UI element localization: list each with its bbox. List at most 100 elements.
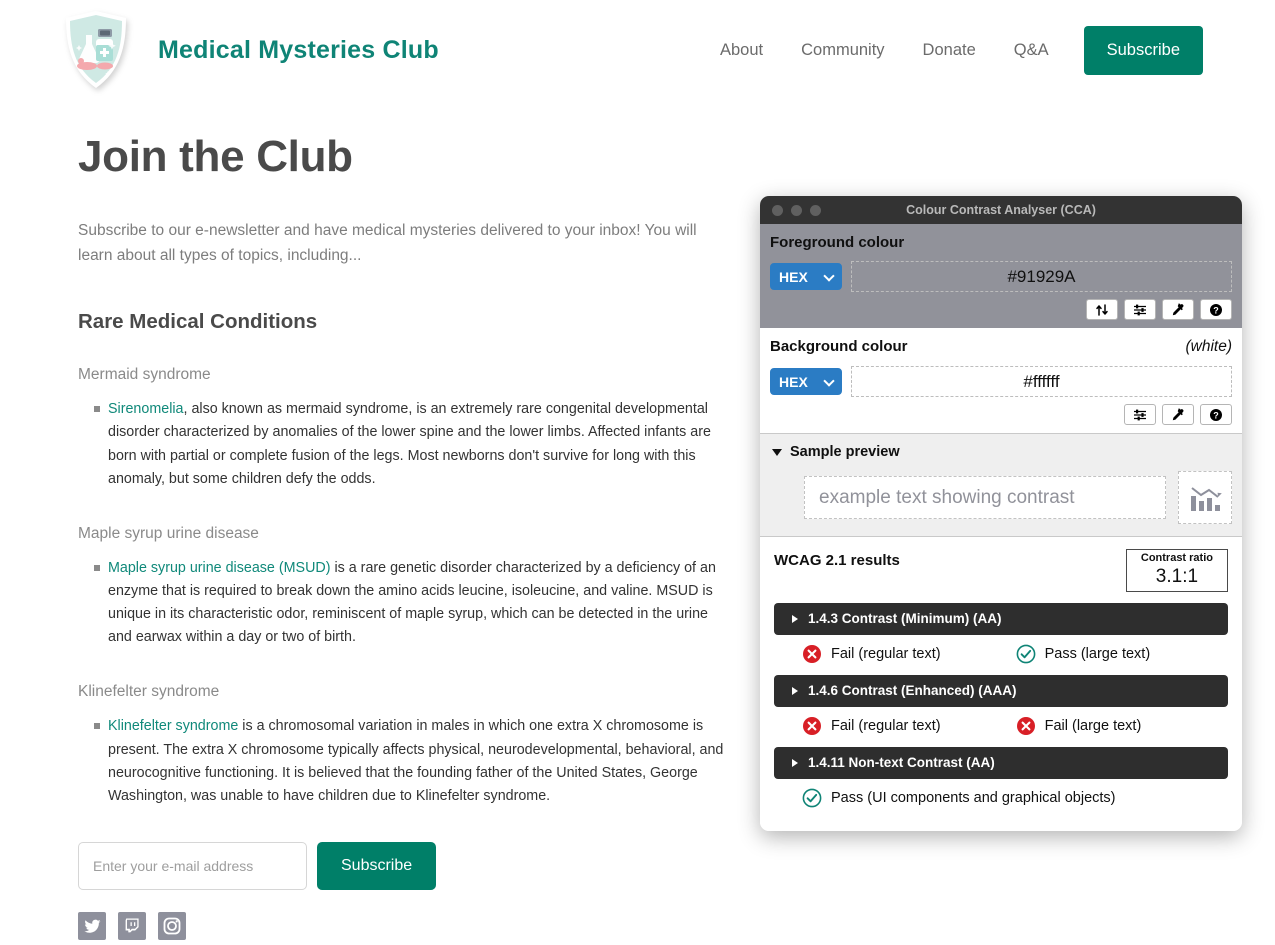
criterion-143-label: 1.4.3 Contrast (Minimum) (AA): [808, 611, 1002, 627]
help-icon[interactable]: ?: [1200, 299, 1232, 320]
cca-titlebar[interactable]: Colour Contrast Analyser (CCA): [760, 196, 1242, 224]
result-146-large-text: Fail (large text): [1044, 717, 1142, 734]
signup-subscribe-button[interactable]: Subscribe: [317, 842, 437, 891]
contrast-ratio-box: Contrast ratio 3.1:1: [1125, 549, 1228, 592]
result-143-regular-text: Fail (regular text): [831, 645, 941, 662]
background-icon-row: ?: [770, 404, 1232, 425]
maximize-window-button[interactable]: [810, 204, 821, 216]
foreground-section: Foreground colour HEX ?: [760, 224, 1242, 328]
instagram-icon[interactable]: [158, 912, 186, 941]
medical-shield-logo: [62, 9, 130, 91]
criterion-143-header[interactable]: 1.4.3 Contrast (Minimum) (AA): [774, 602, 1228, 635]
condition-list-klinefelter: Klinefelter syndrome is a chromosomal va…: [78, 715, 726, 808]
contrast-ratio-label: Contrast ratio: [1140, 552, 1213, 564]
sliders-icon[interactable]: [1124, 299, 1156, 320]
result-146-regular-text: Fail (regular text): [831, 717, 941, 734]
criterion-143-results: Fail (regular text) Pass (large text): [774, 644, 1228, 664]
condition-list-mermaid: Sirenomelia, also known as mermaid syndr…: [78, 398, 726, 491]
condition-heading-msud: Maple syrup urine disease: [78, 524, 259, 542]
foreground-format-select[interactable]: HEX: [770, 263, 842, 290]
triangle-down-icon: [772, 448, 782, 456]
sample-preview-label: Sample preview: [790, 444, 900, 460]
condition-link-msud[interactable]: Maple syrup urine disease (MSUD): [108, 560, 330, 576]
foreground-format-select-wrap[interactable]: HEX: [770, 263, 842, 290]
criterion-1411-results: Pass (UI components and graphical object…: [774, 788, 1228, 808]
foreground-hex-input[interactable]: [851, 261, 1232, 292]
condition-heading-klinefelter: Klinefelter syndrome: [78, 683, 220, 701]
foreground-icon-row: ?: [770, 299, 1232, 320]
header-subscribe-button[interactable]: Subscribe: [1083, 25, 1203, 75]
colour-contrast-analyser-window: Colour Contrast Analyser (CCA) Foregroun…: [760, 196, 1242, 831]
criterion-146-label: 1.4.6 Contrast (Enhanced) (AAA): [808, 683, 1017, 699]
background-section: Background colour (white) HEX ?: [760, 328, 1242, 434]
result-146-regular: Fail (regular text): [802, 716, 941, 736]
section-title: Rare Medical Conditions: [78, 310, 318, 334]
contrast-ratio-value: 3.1:1: [1155, 565, 1199, 587]
sliders-icon[interactable]: [1124, 404, 1156, 425]
criterion-146-header[interactable]: 1.4.6 Contrast (Enhanced) (AAA): [774, 674, 1228, 707]
signup-form: Subscribe: [78, 842, 726, 891]
list-item: Maple syrup urine disease (MSUD) is a ra…: [94, 557, 726, 650]
result-143-large: Pass (large text): [1016, 644, 1151, 664]
result-143-large-text: Pass (large text): [1044, 645, 1151, 662]
declining-bar-chart-icon: [1178, 471, 1232, 524]
list-item: Klinefelter syndrome is a chromosomal va…: [94, 715, 726, 808]
pass-icon: [1016, 644, 1036, 664]
background-hex-input[interactable]: [851, 366, 1232, 397]
svg-text:?: ?: [1213, 305, 1219, 315]
condition-link-klinefelter[interactable]: Klinefelter syndrome: [108, 718, 238, 734]
window-controls[interactable]: [772, 204, 821, 216]
help-icon[interactable]: ?: [1200, 404, 1232, 425]
foreground-label: Foreground colour: [770, 234, 905, 251]
triangle-right-icon: [792, 686, 798, 695]
main-content: Join the Club Subscribe to our e-newslet…: [78, 132, 726, 941]
page-title: Join the Club: [78, 132, 353, 181]
condition-body-mermaid: , also known as mermaid syndrome, is an …: [108, 401, 711, 487]
condition-list-msud: Maple syrup urine disease (MSUD) is a ra…: [78, 557, 726, 650]
pass-icon: [802, 788, 822, 808]
site-header: Medical Mysteries Club About Community D…: [0, 0, 1275, 100]
brand-title: Medical Mysteries Club: [158, 35, 439, 64]
criterion-1411-header[interactable]: 1.4.11 Non-text Contrast (AA): [774, 746, 1228, 779]
result-1411-text: Pass (UI components and graphical object…: [831, 789, 1116, 806]
background-format-select-wrap[interactable]: HEX: [770, 368, 842, 395]
criterion-1411-label: 1.4.11 Non-text Contrast (AA): [808, 755, 995, 771]
condition-link-sirenomelia[interactable]: Sirenomelia: [108, 401, 184, 417]
sample-preview-section: Sample preview example text showing cont…: [760, 434, 1242, 537]
email-input[interactable]: [78, 842, 307, 891]
twitch-icon[interactable]: [118, 912, 146, 941]
minimize-window-button[interactable]: [791, 204, 802, 216]
eyedropper-icon[interactable]: [1162, 299, 1194, 320]
result-1411-nontext: Pass (UI components and graphical object…: [802, 788, 1116, 808]
eyedropper-icon[interactable]: [1162, 404, 1194, 425]
background-format-select[interactable]: HEX: [770, 368, 842, 395]
wcag-results-section: WCAG 2.1 results Contrast ratio 3.1:1 1.…: [760, 537, 1242, 831]
triangle-right-icon: [792, 758, 798, 767]
sample-text-preview[interactable]: example text showing contrast: [804, 476, 1166, 519]
fail-icon: [802, 644, 822, 664]
nav-link-donate[interactable]: Donate: [904, 41, 995, 60]
condition-heading-mermaid: Mermaid syndrome: [78, 366, 211, 384]
result-143-regular: Fail (regular text): [802, 644, 941, 664]
svg-text:?: ?: [1213, 410, 1219, 420]
fail-icon: [802, 716, 822, 736]
list-item: Sirenomelia, also known as mermaid syndr…: [94, 398, 726, 491]
main-nav: About Community Donate Q&A Subscribe: [720, 25, 1203, 75]
swap-colours-icon[interactable]: [1086, 299, 1118, 320]
nav-link-community[interactable]: Community: [782, 41, 903, 60]
background-label: Background colour: [770, 338, 908, 355]
background-colour-note: (white): [1185, 338, 1232, 355]
social-links: [78, 912, 726, 941]
twitter-icon[interactable]: [78, 912, 106, 941]
triangle-right-icon: [792, 614, 798, 623]
criterion-146-results: Fail (regular text) Fail (large text): [774, 716, 1228, 736]
brand[interactable]: Medical Mysteries Club: [62, 9, 439, 91]
cca-window-title: Colour Contrast Analyser (CCA): [906, 203, 1096, 217]
nav-link-qanda[interactable]: Q&A: [995, 41, 1068, 60]
wcag-results-title: WCAG 2.1 results: [774, 552, 900, 569]
nav-link-about[interactable]: About: [720, 41, 782, 60]
sample-preview-toggle[interactable]: Sample preview: [772, 444, 1232, 460]
intro-paragraph: Subscribe to our e-newsletter and have m…: [78, 222, 697, 265]
close-window-button[interactable]: [772, 204, 783, 216]
fail-icon: [1016, 716, 1036, 736]
